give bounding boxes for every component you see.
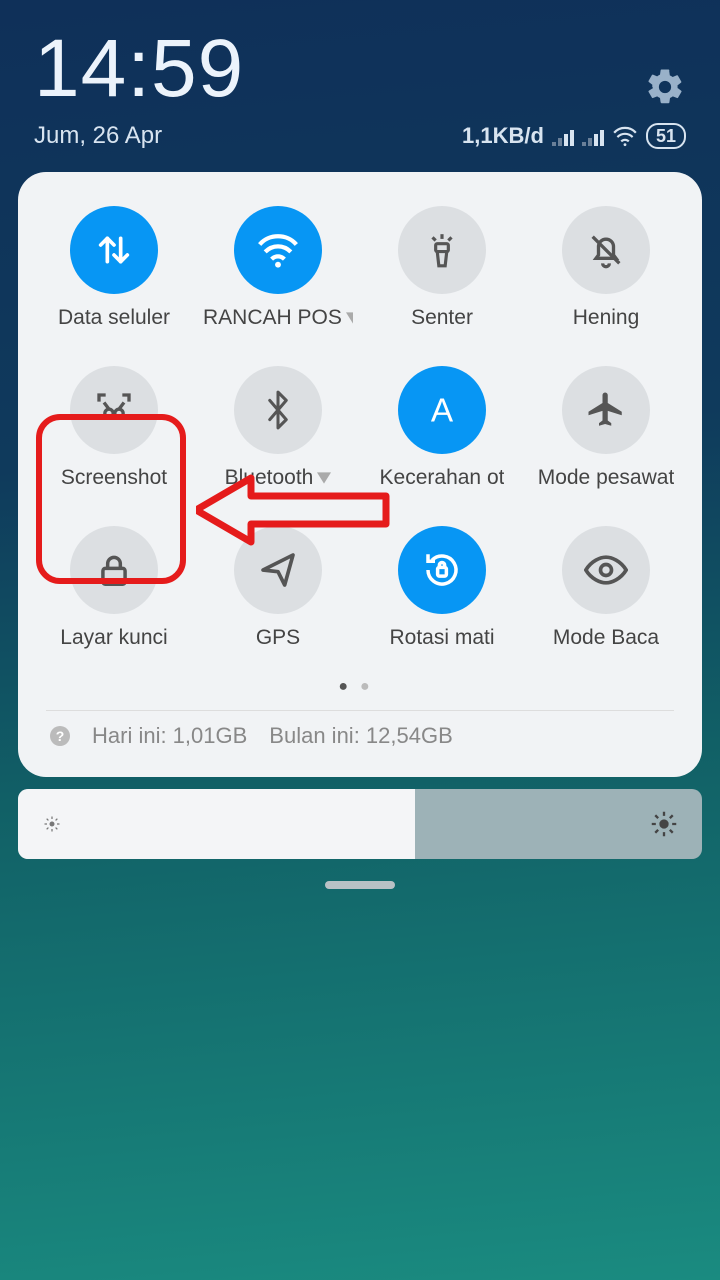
chevron-down-icon (317, 472, 331, 484)
brightness-low-icon (42, 814, 62, 834)
quick-settings-panel: Data seluler RANCAH POS Senter Hening Screen… (18, 172, 702, 777)
qs-tile-wifi[interactable]: RANCAH POS (196, 206, 360, 330)
tile-label: Bluetooth (225, 466, 332, 490)
plane-icon (562, 366, 650, 454)
brightness-high-icon (650, 810, 678, 838)
wifi-icon (234, 206, 322, 294)
tile-label: Rotasi mati (389, 626, 494, 650)
qs-tile-plane[interactable]: Mode pesawat (524, 366, 688, 490)
chevron-down-icon (346, 312, 353, 324)
brightness-fill (18, 789, 415, 859)
bt-icon (234, 366, 322, 454)
qs-tile-bt[interactable]: Bluetooth (196, 366, 360, 490)
tile-label: Hening (573, 306, 640, 330)
eye-icon (562, 526, 650, 614)
shot-icon (70, 366, 158, 454)
usage-today: Hari ini: 1,01GB (92, 723, 247, 749)
qs-tile-rotlock[interactable]: Rotasi mati (360, 526, 524, 650)
autoA-icon: A (398, 366, 486, 454)
dnd-icon (562, 206, 650, 294)
nav-icon (234, 526, 322, 614)
tile-label: Data seluler (58, 306, 170, 330)
divider (46, 710, 674, 711)
tile-label: GPS (256, 626, 300, 650)
tile-label: Layar kunci (60, 626, 167, 650)
battery-pill: 51 (646, 123, 686, 149)
data-icon (70, 206, 158, 294)
qs-tile-lock[interactable]: Layar kunci (32, 526, 196, 650)
lock-icon (70, 526, 158, 614)
page-indicator[interactable]: ●● (32, 678, 688, 696)
signal-1-icon (552, 126, 574, 146)
torch-icon (398, 206, 486, 294)
tile-label: Mode Baca (553, 626, 659, 650)
date-text: Jum, 26 Apr (34, 122, 162, 150)
signal-2-icon (582, 126, 604, 146)
brightness-slider[interactable] (18, 789, 702, 859)
tile-label: Kecerahan ot (380, 466, 505, 490)
rotlock-icon (398, 526, 486, 614)
tile-label: Mode pesawat (538, 466, 675, 490)
data-usage-row[interactable]: ? Hari ini: 1,01GB Bulan ini: 12,54GB (32, 723, 688, 759)
tile-label: RANCAH POS (203, 306, 353, 330)
qs-tile-data[interactable]: Data seluler (32, 206, 196, 330)
qs-tile-shot[interactable]: Screenshot (32, 366, 196, 490)
status-bar-icons: 1,1KB/d 51 (462, 123, 686, 149)
clock: 14:59 (34, 28, 244, 110)
drag-handle[interactable] (325, 881, 395, 889)
settings-button[interactable] (644, 66, 686, 108)
info-icon: ? (50, 726, 70, 746)
qs-tile-torch[interactable]: Senter (360, 206, 524, 330)
qs-tile-eye[interactable]: Mode Baca (524, 526, 688, 650)
svg-text:A: A (431, 393, 454, 430)
tile-label: Senter (411, 306, 473, 330)
tile-label: Screenshot (61, 466, 167, 490)
gear-icon (644, 66, 686, 108)
usage-month: Bulan ini: 12,54GB (269, 723, 452, 749)
qs-tile-dnd[interactable]: Hening (524, 206, 688, 330)
data-rate: 1,1KB/d (462, 123, 544, 149)
qs-tile-nav[interactable]: GPS (196, 526, 360, 650)
qs-tile-autoA[interactable]: A Kecerahan ot (360, 366, 524, 490)
wifi-status-icon (612, 125, 638, 147)
